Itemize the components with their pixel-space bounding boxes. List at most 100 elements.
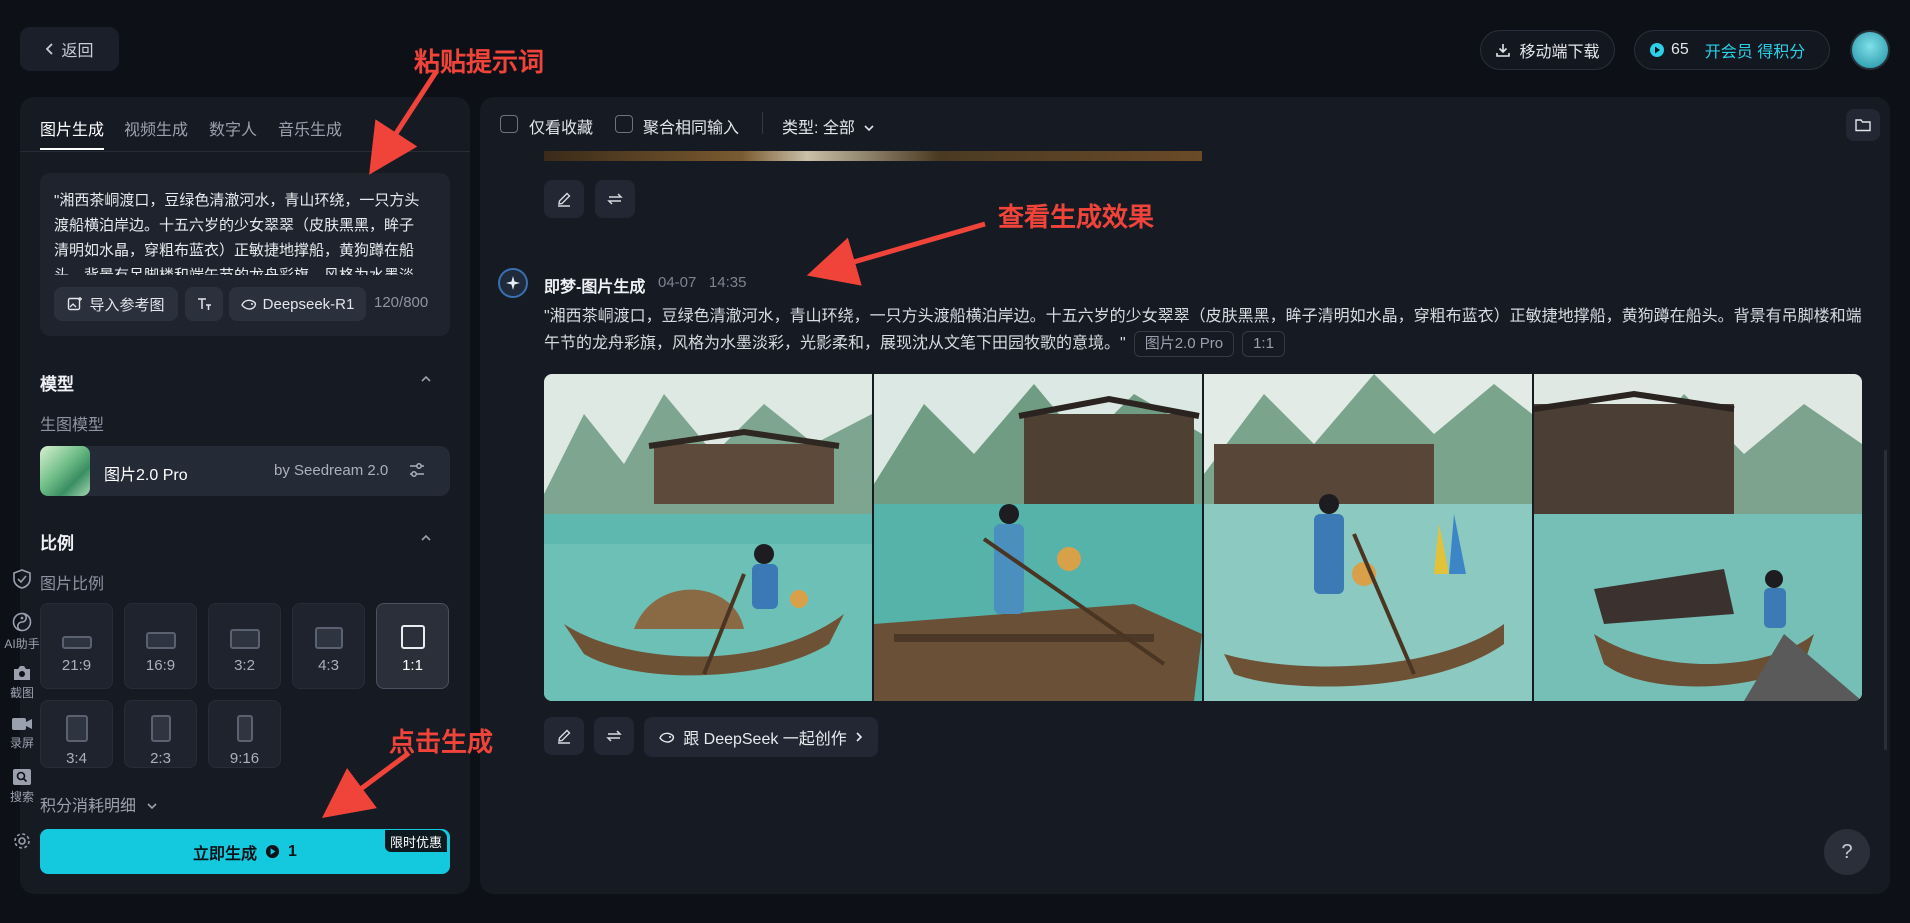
ratio-shape-icon (236, 715, 253, 742)
ratio-label: 1:1 (402, 657, 423, 674)
collapse-model-icon[interactable] (420, 373, 432, 385)
image-add-icon (68, 297, 83, 311)
search-tool[interactable]: 搜索 (0, 768, 44, 805)
tab-image-gen[interactable]: 图片生成 (40, 116, 104, 140)
user-avatar[interactable] (1850, 30, 1890, 70)
regenerate-button[interactable] (594, 717, 634, 755)
points-detail-toggle[interactable]: 积分消耗明细 (40, 792, 158, 816)
back-label: 返回 (61, 43, 94, 60)
ratio-shape-icon (400, 625, 425, 649)
mobile-download-button[interactable]: 移动端下载 (1480, 30, 1615, 70)
vip-link[interactable]: 开会员 得积分 (1705, 38, 1805, 62)
ratio-shape-icon (65, 715, 88, 742)
riverside-boat-illustration (544, 374, 872, 701)
search-label: 搜索 (9, 790, 34, 804)
deepseek-pill[interactable]: Deepseek-R1 (229, 287, 366, 321)
import-reference-label: 导入参考图 (89, 296, 165, 314)
model-name: 图片2.0 Pro (104, 467, 188, 484)
ratio-shape-icon (150, 715, 171, 742)
favorites-checkbox[interactable] (500, 115, 518, 133)
ratio-4-3[interactable]: 4:3 (292, 603, 365, 689)
download-icon (1496, 44, 1511, 57)
scrollbar[interactable] (1884, 450, 1887, 750)
sparkle-icon (506, 276, 520, 290)
model-provider: by Seedream 2.0 (274, 462, 389, 479)
edit-button[interactable] (544, 717, 584, 755)
model-tag: 图片2.0 Pro (1133, 330, 1235, 357)
timestamp: 04-07 14:35 (658, 274, 746, 291)
merge-checkbox[interactable] (615, 115, 633, 133)
model-section-title: 模型 (40, 375, 74, 394)
merge-label: 聚合相同输入 (643, 120, 740, 137)
ratio-label: 21:9 (61, 657, 92, 674)
model-selector[interactable] (40, 446, 450, 496)
settings-tool[interactable] (0, 832, 44, 850)
download-label: 移动端下载 (1519, 44, 1600, 61)
riverside-boat-illustration (1534, 374, 1862, 701)
points-detail-label: 积分消耗明细 (40, 798, 137, 815)
generated-image-3[interactable] (1204, 374, 1532, 701)
ratio-label: 3:4 (66, 750, 87, 767)
credit-count: 65 (1671, 41, 1689, 58)
folder-icon (1855, 119, 1871, 132)
ratio-3-2[interactable]: 3:2 (208, 603, 281, 689)
import-reference-button[interactable]: 导入参考图 (54, 287, 178, 321)
ratio-tag: 1:1 (1242, 330, 1285, 357)
deepseek-whale-icon (240, 299, 256, 310)
generation-prompt: "湘西茶峒渡口，豆绿色清澈河水，青山环绕，一只方头渡船横泊岸边。十五六岁的少女翠… (544, 303, 1864, 357)
generated-image-1[interactable] (544, 374, 872, 701)
refresh-icon (606, 730, 622, 742)
credit-coin-icon (1650, 43, 1664, 57)
gear-icon (14, 833, 30, 849)
search-icon (13, 769, 31, 785)
prompt-textarea[interactable]: "湘西茶峒渡口，豆绿色清澈河水，青山环绕，一只方头渡船横泊岸边。十五六岁的少女翠… (54, 188, 426, 275)
tab-digital-human[interactable]: 数字人 (209, 116, 257, 140)
chevron-right-icon (856, 732, 862, 742)
ratio-21-9[interactable]: 21:9 (40, 603, 113, 689)
edit-button-prev[interactable] (544, 180, 584, 218)
settings-sliders-icon[interactable] (408, 461, 426, 479)
deepseek-create-label: 跟 DeepSeek 一起创作 (683, 731, 847, 748)
question-mark-icon: ? (1841, 840, 1853, 863)
text-style-button[interactable] (185, 287, 223, 321)
credits-widget[interactable]: 65 开会员 得积分 (1634, 30, 1830, 70)
ratio-label: 4:3 (318, 657, 339, 674)
screenshot-tool[interactable]: 截图 (0, 664, 44, 701)
ratio-3-4[interactable]: 3:4 (40, 700, 113, 768)
char-count: 120/800 (374, 294, 429, 311)
collapse-ratio-icon[interactable] (420, 532, 432, 544)
screenshot-label: 截图 (9, 686, 34, 700)
generated-image-2[interactable] (874, 374, 1202, 701)
ai-assistant-tool[interactable]: AI助手 (0, 611, 44, 652)
ratio-16-9[interactable]: 16:9 (124, 603, 197, 689)
tab-video-gen[interactable]: 视频生成 (124, 116, 188, 140)
type-filter-dropdown[interactable]: 类型: 全部 (782, 114, 875, 138)
ratio-label: 2:3 (150, 750, 171, 767)
previous-result-image-strip (544, 151, 1202, 161)
deepseek-whale-icon (659, 732, 675, 743)
pencil-icon (558, 192, 571, 207)
bot-time: 14:35 (708, 274, 747, 291)
active-tab-indicator (40, 148, 104, 150)
deepseek-create-button[interactable]: 跟 DeepSeek 一起创作 (644, 717, 878, 757)
ratio-1-1[interactable]: 1:1 (376, 603, 449, 689)
tab-music-gen[interactable]: 音乐生成 (278, 116, 342, 140)
ratio-2-3[interactable]: 2:3 (124, 700, 197, 768)
ratio-label: 3:2 (234, 657, 255, 674)
folder-button[interactable] (1846, 109, 1880, 141)
help-button[interactable]: ? (1824, 829, 1870, 875)
shield-tool[interactable] (0, 568, 44, 590)
ratio-9-16[interactable]: 9:16 (208, 700, 281, 768)
back-button[interactable]: 返回 (20, 27, 119, 71)
record-label: 录屏 (9, 736, 34, 750)
riverside-boat-illustration (1204, 374, 1532, 701)
credit-coin-icon (265, 844, 280, 859)
record-tool[interactable]: 录屏 (0, 716, 44, 751)
shield-icon (13, 569, 31, 589)
generate-label: 立即生成 (193, 845, 258, 863)
pencil-icon (558, 729, 571, 744)
regenerate-button-prev[interactable] (595, 180, 635, 218)
ai-assistant-icon (12, 612, 32, 632)
generated-image-4[interactable] (1534, 374, 1862, 701)
video-camera-icon (12, 718, 32, 730)
